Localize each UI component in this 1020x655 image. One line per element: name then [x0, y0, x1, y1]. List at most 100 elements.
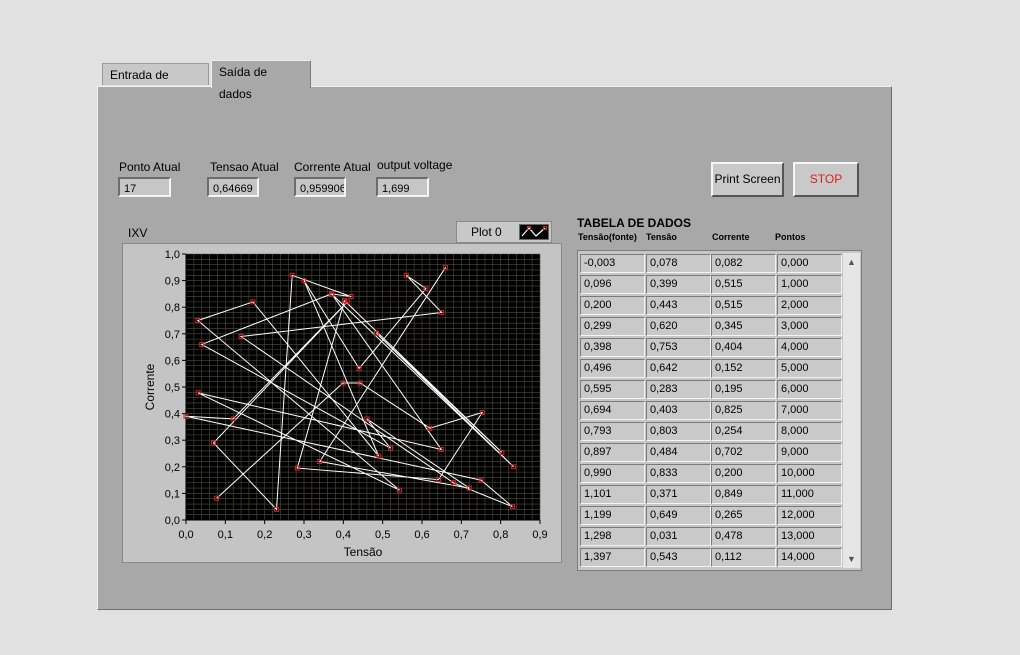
- legend-label: Plot 0: [471, 225, 502, 239]
- y-tick-label: 0,2: [165, 462, 180, 474]
- table-cell: 0,694: [580, 401, 645, 420]
- y-tick-label: 0,9: [165, 276, 180, 288]
- y-axis-label: Corrente: [143, 363, 157, 410]
- table-cell: 0,200: [580, 296, 645, 315]
- stop-button[interactable]: STOP: [793, 162, 859, 197]
- table-cell: 0,398: [580, 338, 645, 357]
- tab-saida-de-dados[interactable]: Saída de dados: [211, 60, 311, 101]
- table-cell: 6,000: [777, 380, 842, 399]
- table-cell: 10,000: [777, 464, 842, 483]
- col-header-tensao-fonte: Tensão(fonte): [578, 232, 637, 242]
- y-tick-label: 0,4: [165, 409, 180, 421]
- x-tick-label: 0,3: [296, 529, 311, 541]
- output-voltage-label: output voltage: [377, 158, 453, 172]
- table-cell: 0,478: [711, 527, 776, 546]
- table-cell: 1,397: [580, 548, 645, 567]
- table-cell: 0,515: [711, 296, 776, 315]
- table-cell: 14,000: [777, 548, 842, 567]
- chart-title: IXV: [128, 226, 148, 240]
- ponto-atual-value: 17: [118, 177, 171, 197]
- table-cell: 0,825: [711, 401, 776, 420]
- table-cell: 0,152: [711, 359, 776, 378]
- table-cell: 1,101: [580, 485, 645, 504]
- corrente-atual-value: 0,959906: [294, 177, 346, 197]
- table-cell: 0,031: [646, 527, 711, 546]
- table-cell: 1,000: [777, 275, 842, 294]
- table-cell: 0,078: [646, 254, 711, 273]
- tensao-atual-value: 0,64669: [207, 177, 259, 197]
- table-cell: 0,371: [646, 485, 711, 504]
- tensao-atual-label: Tensao Atual: [210, 160, 279, 174]
- table-cell: 0,000: [777, 254, 842, 273]
- x-tick-label: 0,2: [257, 529, 272, 541]
- table-cell: 3,000: [777, 317, 842, 336]
- y-tick-label: 0,3: [165, 435, 180, 447]
- table-cell: 0,803: [646, 422, 711, 441]
- table-cell: 0,404: [711, 338, 776, 357]
- table-cell: 0,642: [646, 359, 711, 378]
- table-cell: 0,254: [711, 422, 776, 441]
- y-tick-label: 0,0: [165, 515, 180, 527]
- y-tick-label: 0,6: [165, 355, 180, 367]
- table-cell: 1,199: [580, 506, 645, 525]
- table-cell: 12,000: [777, 506, 842, 525]
- table-cell: 0,543: [646, 548, 711, 567]
- y-tick-label: 0,5: [165, 382, 180, 394]
- table-cell: 0,082: [711, 254, 776, 273]
- table-cell: 0,753: [646, 338, 711, 357]
- plot-style-icon: [519, 224, 549, 240]
- col-header-tensao: Tensão: [646, 232, 677, 242]
- table-cell: 0,702: [711, 443, 776, 462]
- x-tick-label: 0,6: [414, 529, 429, 541]
- table-cell: 7,000: [777, 401, 842, 420]
- table-scrollbar[interactable]: ▲ ▼: [843, 253, 860, 568]
- print-screen-button[interactable]: Print Screen: [711, 162, 784, 197]
- table-cell: 0,897: [580, 443, 645, 462]
- x-tick-label: 0,1: [218, 529, 233, 541]
- table-cell: 0,484: [646, 443, 711, 462]
- col-header-pontos: Pontos: [775, 232, 806, 242]
- table-cell: 0,793: [580, 422, 645, 441]
- col-header-corrente: Corrente: [712, 232, 750, 242]
- y-tick-label: 1,0: [165, 249, 180, 261]
- tab-entrada-de-dados[interactable]: Entrada de dados: [102, 63, 209, 104]
- table-cell: 0,283: [646, 380, 711, 399]
- table-cell: 0,112: [711, 548, 776, 567]
- ponto-atual-label: Ponto Atual: [119, 160, 181, 174]
- x-tick-label: 0,5: [375, 529, 390, 541]
- table-cell: 0,265: [711, 506, 776, 525]
- table-cell: 1,298: [580, 527, 645, 546]
- y-tick-label: 0,8: [165, 302, 180, 314]
- table-cell: 2,000: [777, 296, 842, 315]
- x-tick-label: 0,9: [532, 529, 547, 541]
- table-title: TABELA DE DADOS: [577, 216, 691, 230]
- x-tick-label: 0,8: [493, 529, 508, 541]
- output-voltage-value: 1,699: [376, 177, 429, 197]
- x-tick-label: 0,4: [336, 529, 351, 541]
- table-cell: 0,345: [711, 317, 776, 336]
- table-cell: -0,003: [580, 254, 645, 273]
- scroll-down-icon[interactable]: ▼: [843, 552, 860, 566]
- table-cell: 0,403: [646, 401, 711, 420]
- table-cell: 8,000: [777, 422, 842, 441]
- table-cell: 0,399: [646, 275, 711, 294]
- x-tick-label: 0,0: [178, 529, 193, 541]
- scroll-up-icon[interactable]: ▲: [843, 255, 860, 269]
- ixv-chart[interactable]: 0,0 0,1 0,2 0,3 0,4 0,5 0,6 0,7 0,8 0,9 1,0 0,0 0,1 0…: [122, 243, 562, 563]
- table-cell: 11,000: [777, 485, 842, 504]
- table-cell: 0,496: [580, 359, 645, 378]
- table-cell: 4,000: [777, 338, 842, 357]
- table-cell: 13,000: [777, 527, 842, 546]
- table-cell: 0,849: [711, 485, 776, 504]
- y-tick-label: 0,7: [165, 329, 180, 341]
- x-axis-label: Tensão: [344, 545, 383, 559]
- table-cell: 0,620: [646, 317, 711, 336]
- corrente-atual-label: Corrente Atual: [294, 160, 371, 174]
- table-cell: 0,515: [711, 275, 776, 294]
- table-cell: 0,195: [711, 380, 776, 399]
- table-cell: 0,990: [580, 464, 645, 483]
- y-tick-label: 0,1: [165, 488, 180, 500]
- table-cell: 0,443: [646, 296, 711, 315]
- table-cell: 0,833: [646, 464, 711, 483]
- plot-legend[interactable]: Plot 0: [456, 221, 552, 243]
